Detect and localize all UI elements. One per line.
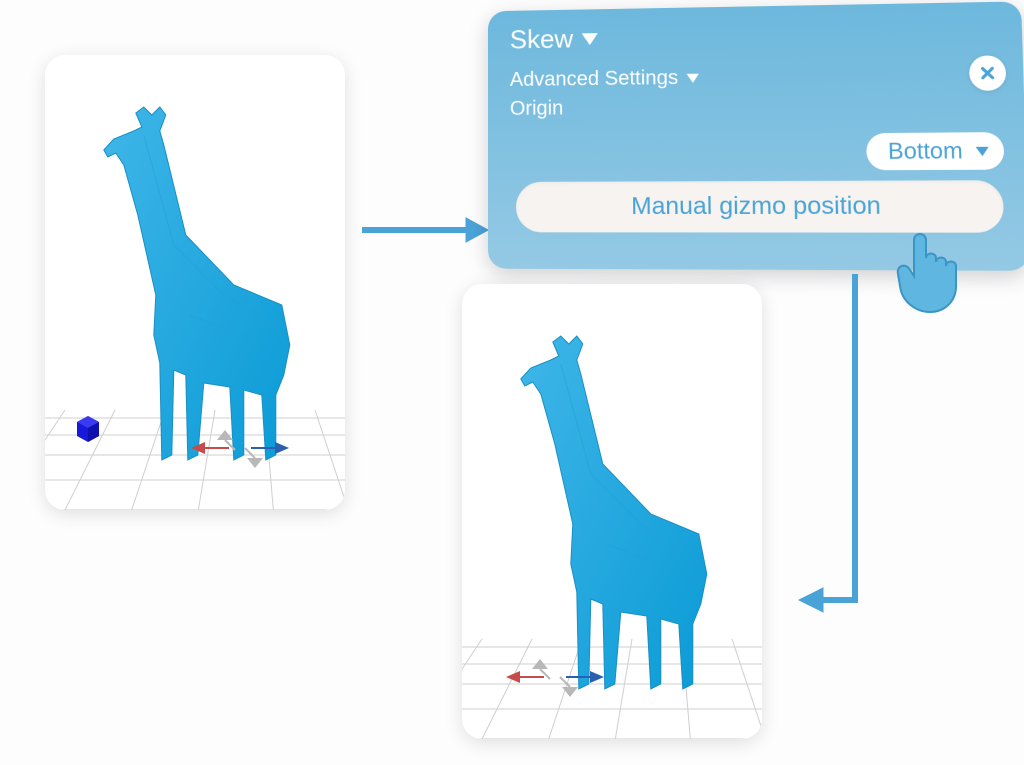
origin-dropdown-value: Bottom — [888, 138, 963, 165]
advanced-settings-row[interactable]: Advanced Settings — [510, 63, 1000, 92]
origin-dropdown[interactable]: Bottom — [866, 132, 1004, 170]
close-icon — [978, 64, 998, 83]
viewport-after — [462, 284, 762, 739]
origin-label: Origin — [510, 93, 1001, 121]
arrow-to-panel — [358, 210, 488, 250]
advanced-settings-label: Advanced Settings — [510, 67, 679, 92]
viewport-before — [45, 55, 345, 510]
panel-title: Skew — [510, 24, 574, 56]
triangle-down-icon — [976, 146, 989, 155]
triangle-down-icon — [686, 74, 698, 83]
close-button[interactable] — [969, 55, 1007, 91]
skew-gizmo[interactable] — [185, 424, 295, 474]
arrow-to-result — [795, 270, 875, 630]
model-giraffe — [511, 324, 731, 704]
triangle-down-icon — [581, 33, 597, 45]
pointing-hand-icon — [880, 220, 980, 320]
model-giraffe — [94, 95, 314, 475]
manual-gizmo-label: Manual gizmo position — [631, 192, 881, 221]
skew-gizmo[interactable] — [500, 653, 610, 703]
panel-title-row[interactable]: Skew — [510, 16, 999, 55]
